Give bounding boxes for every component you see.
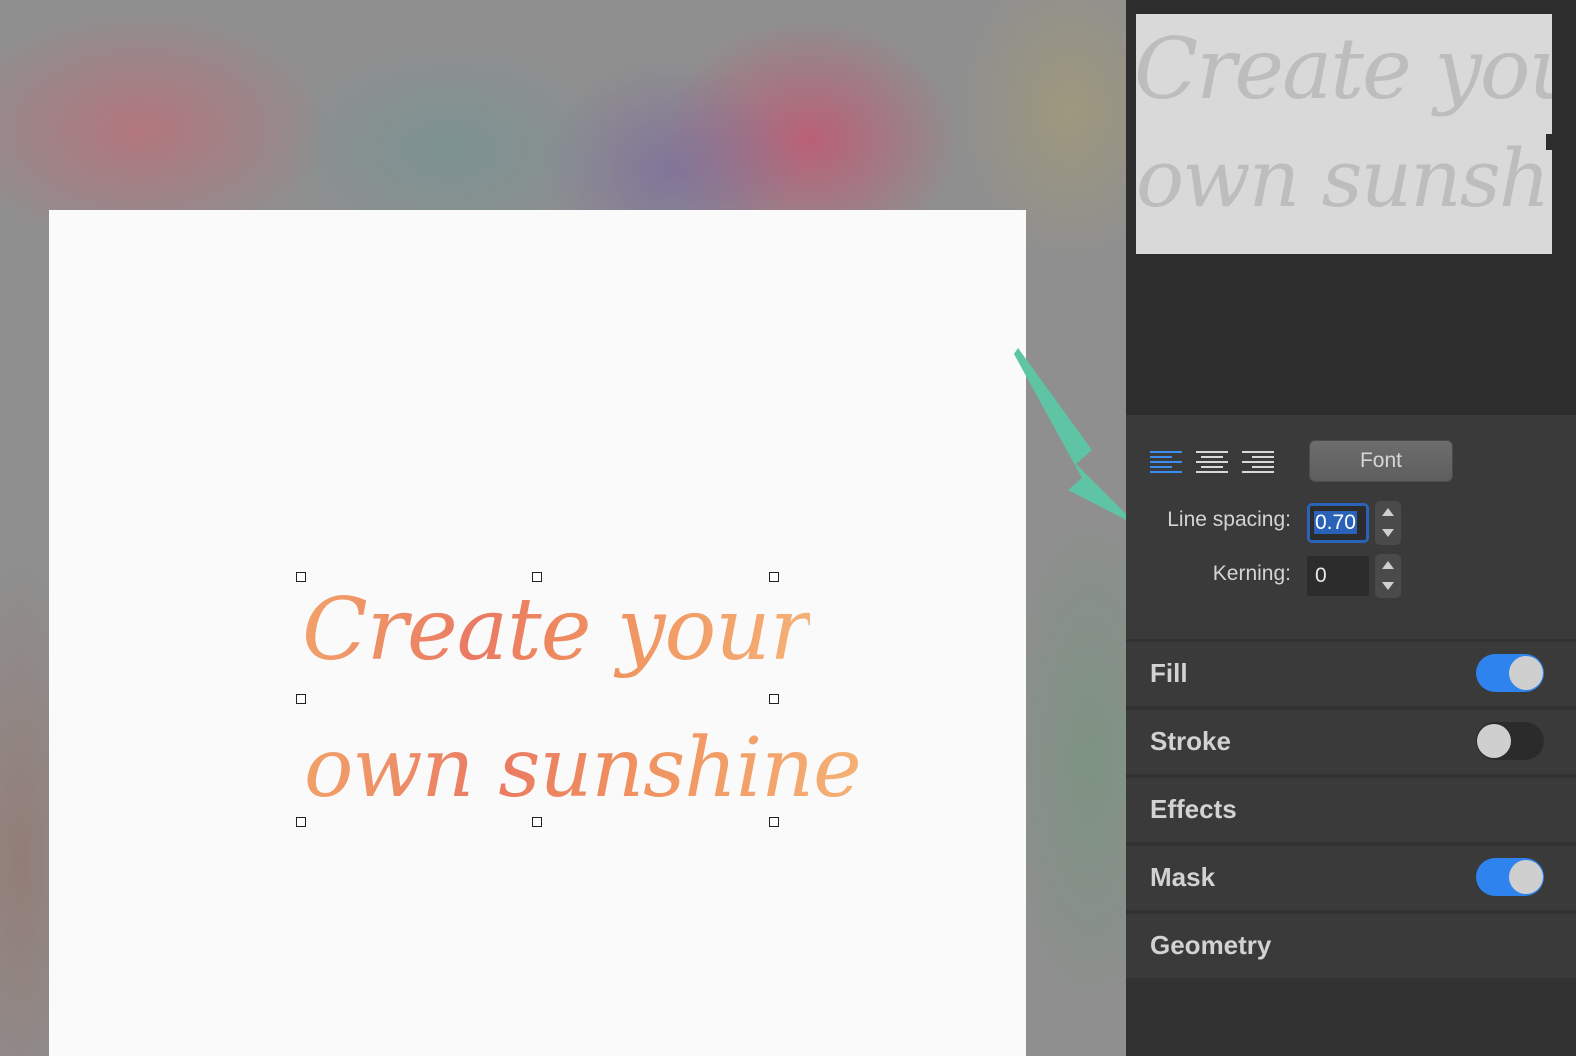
toggle-knob [1477,724,1511,758]
stroke-title: Stroke [1150,726,1231,756]
kerning-stepper[interactable] [1375,554,1401,598]
line-spacing-decrement-button[interactable] [1375,523,1401,545]
line-spacing-value: 0.70 [1314,511,1357,534]
align-right-icon[interactable] [1242,451,1274,475]
line-spacing-input[interactable]: 0.70 [1307,503,1369,543]
preview-text-line-2: own sunshine [1136,132,1552,225]
geometry-title: Geometry [1150,930,1272,960]
effects-section[interactable]: Effects [1126,778,1576,842]
resize-handle-bottom-left[interactable] [296,817,306,827]
resize-handle-left[interactable] [296,694,306,704]
mask-section[interactable]: Mask [1126,846,1576,910]
stroke-toggle[interactable] [1476,722,1544,760]
mask-title: Mask [1150,862,1216,892]
canvas-area[interactable]: Create your own sunshine [0,0,1126,1056]
resize-handle-bottom-right[interactable] [769,817,779,827]
align-left-icon[interactable] [1150,451,1182,475]
resize-handle-top-left[interactable] [296,572,306,582]
resize-handle-top[interactable] [532,572,542,582]
line-spacing-label: Line spacing: [1167,508,1291,531]
resize-handle-right[interactable] [769,694,779,704]
text-options: Font Line spacing: 0.70 Kerning: 0 [1126,415,1576,639]
effects-title: Effects [1150,794,1237,824]
toggle-knob [1509,656,1543,690]
kerning-increment-button[interactable] [1375,554,1401,576]
mask-toggle[interactable] [1476,858,1544,896]
fill-title: Fill [1150,658,1188,688]
stroke-section[interactable]: Stroke [1126,710,1576,774]
kerning-input[interactable]: 0 [1307,556,1369,596]
selected-text-object[interactable] [296,572,779,827]
resize-handle-bottom[interactable] [532,817,542,827]
preview-area: Create your own sunshine [1126,0,1576,415]
arrow-down-icon [1382,529,1394,537]
toggle-knob [1509,860,1543,894]
arrow-up-icon [1382,561,1394,569]
arrow-up-icon [1382,508,1394,516]
line-spacing-increment-button[interactable] [1375,501,1401,523]
kerning-label: Kerning: [1212,562,1291,585]
font-button[interactable]: Font [1309,440,1453,482]
inspector-panel: Create your own sunshine Font [1126,0,1576,1056]
arrow-down-icon [1382,582,1394,590]
kerning-decrement-button[interactable] [1375,576,1401,598]
text-preview: Create your own sunshine [1136,14,1552,254]
align-center-icon[interactable] [1196,451,1228,475]
preview-notch [1546,134,1552,150]
fill-toggle[interactable] [1476,654,1544,692]
fill-section[interactable]: Fill [1126,642,1576,706]
geometry-section[interactable]: Geometry [1126,914,1576,978]
line-spacing-stepper[interactable] [1375,501,1401,545]
resize-handle-top-right[interactable] [769,572,779,582]
preview-text-line-1: Create your [1136,20,1552,118]
